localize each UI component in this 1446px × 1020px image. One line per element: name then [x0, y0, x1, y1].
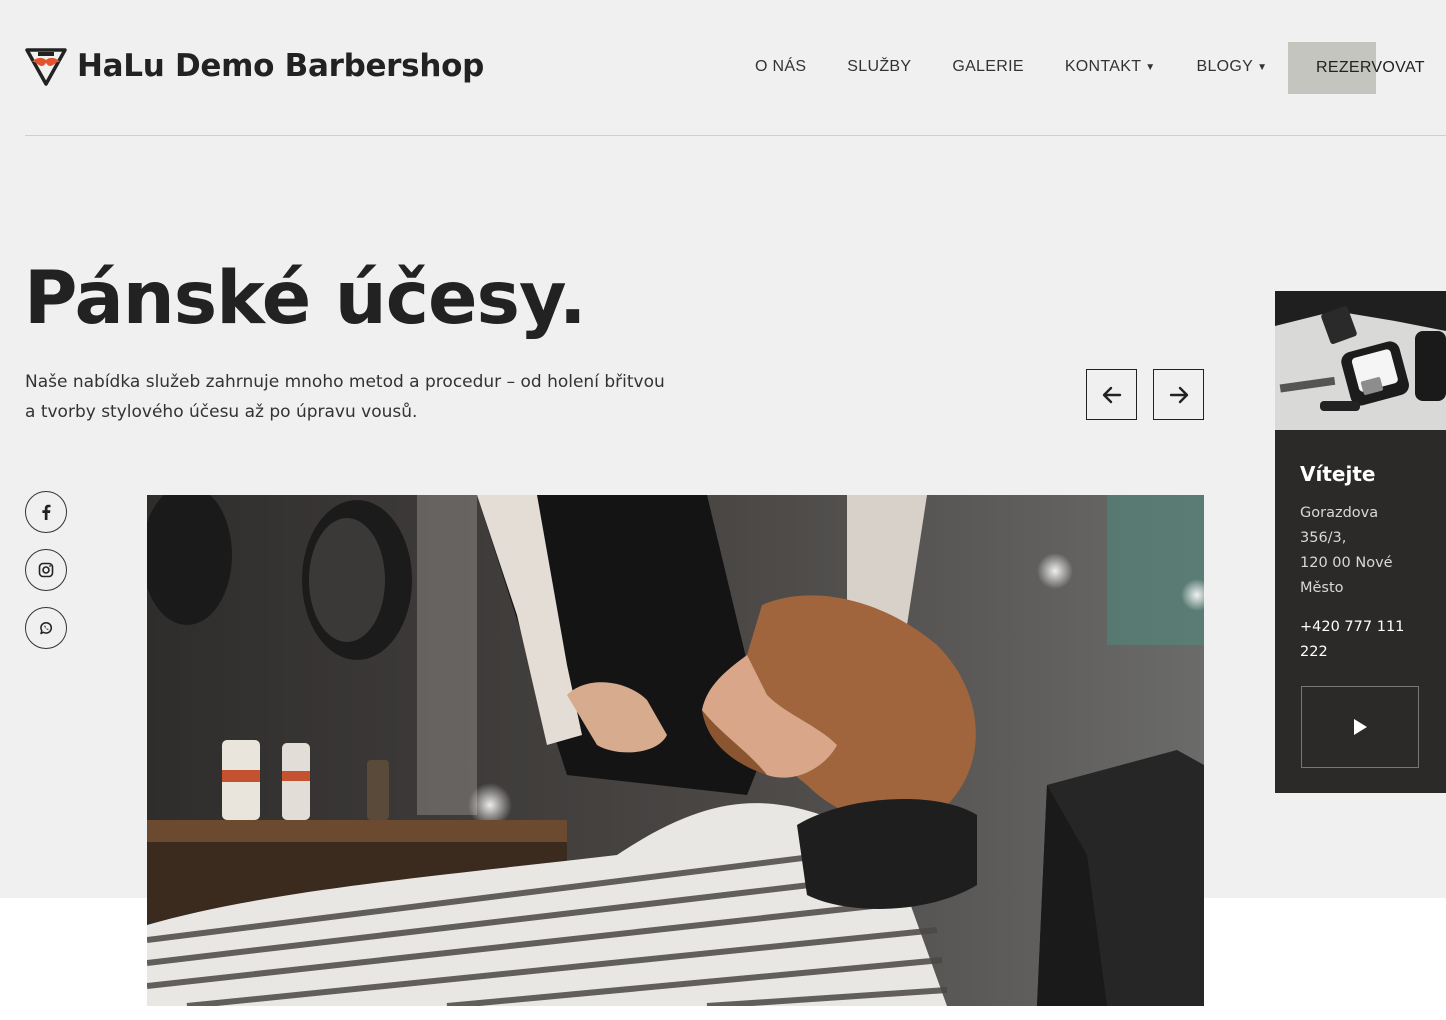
- arrow-right-icon: [1169, 386, 1188, 403]
- nav-item-o-nas[interactable]: O NÁS: [755, 58, 806, 76]
- next-slide-button[interactable]: [1153, 369, 1204, 420]
- instagram-icon: [38, 562, 54, 578]
- caret-down-icon: ▼: [1257, 62, 1268, 73]
- reserve-button-label: REZERVOVAT: [1316, 59, 1425, 76]
- brand-name: HaLu Demo Barbershop: [77, 48, 484, 84]
- instagram-link[interactable]: [25, 549, 67, 591]
- intro-line: a tvorby stylového účesu až po úpravu vo…: [25, 402, 418, 422]
- nav-item-kontakt[interactable]: KONTAKT ▼: [1065, 58, 1156, 76]
- whatsapp-link[interactable]: [25, 607, 67, 649]
- barber-photo-illustration: [147, 495, 1204, 1006]
- reserve-button[interactable]: REZERVOVAT: [1288, 42, 1446, 94]
- site-header: HaLu Demo Barbershop O NÁS SLUŽBY GALERI…: [0, 0, 1446, 136]
- barber-tools-photo: [1275, 291, 1446, 430]
- mustache-logo-icon: [25, 48, 67, 86]
- facebook-icon: [42, 504, 51, 520]
- contact-card: Vítejte Gorazdova 356/3, 120 00 Nové Měs…: [1275, 291, 1446, 793]
- whatsapp-icon: [40, 621, 53, 635]
- logo[interactable]: HaLu Demo Barbershop: [25, 46, 484, 86]
- nav-item-blogy-label: BLOGY: [1196, 58, 1254, 75]
- header-divider: [25, 135, 1446, 136]
- play-video-button[interactable]: [1301, 686, 1419, 768]
- nav-item-galerie[interactable]: GALERIE: [952, 58, 1023, 76]
- intro-line: Naše nabídka služeb zahrnuje mnoho metod…: [25, 372, 665, 392]
- page-title: Pánské účesy.: [24, 256, 587, 341]
- phone-line: +420 777 111: [1300, 619, 1405, 635]
- nav-item-kontakt-label: KONTAKT: [1064, 58, 1142, 75]
- facebook-link[interactable]: [25, 491, 67, 533]
- main-nav: O NÁS SLUŽBY GALERIE KONTAKT ▼ BLOGY ▼: [755, 58, 1267, 76]
- intro-text: Naše nabídka služeb zahrnuje mnoho metod…: [25, 367, 725, 427]
- nav-item-blogy[interactable]: BLOGY ▼: [1197, 58, 1268, 76]
- card-phone[interactable]: +420 777 111 222: [1300, 615, 1430, 665]
- nav-item-sluzby[interactable]: SLUŽBY: [847, 58, 911, 76]
- arrow-left-icon: [1102, 386, 1121, 403]
- phone-line: 222: [1300, 644, 1328, 660]
- play-icon: [1354, 719, 1367, 735]
- address-line: Gorazdova: [1300, 505, 1379, 521]
- prev-slide-button[interactable]: [1086, 369, 1137, 420]
- card-address: Gorazdova 356/3, 120 00 Nové Město: [1300, 501, 1430, 601]
- address-line: Město: [1300, 580, 1344, 596]
- card-title: Vítejte: [1300, 462, 1376, 486]
- hero-image-barber: [147, 495, 1204, 1006]
- caret-down-icon: ▼: [1145, 62, 1156, 73]
- barber-tools-illustration: [1275, 291, 1446, 430]
- address-line: 120 00 Nové: [1300, 555, 1393, 571]
- address-line: 356/3,: [1300, 530, 1347, 546]
